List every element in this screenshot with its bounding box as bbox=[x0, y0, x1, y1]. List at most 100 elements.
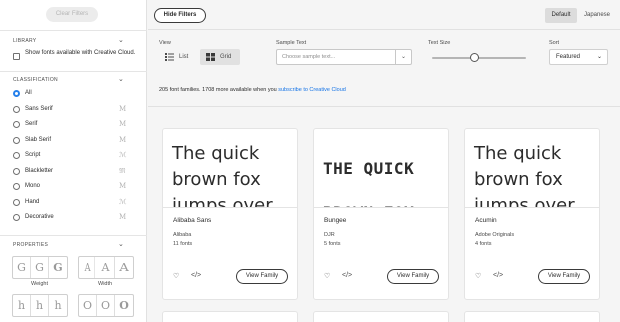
view-list-button[interactable]: List bbox=[159, 49, 195, 65]
classification-serif[interactable]: Serif M bbox=[13, 120, 133, 130]
sort-label: Sort bbox=[549, 40, 560, 46]
radio-icon[interactable] bbox=[13, 106, 20, 113]
font-card[interactable]: The quick brown fox jumps over Alibaba S… bbox=[162, 128, 298, 300]
classification-sans-serif[interactable]: Sans Serif M bbox=[13, 105, 133, 115]
font-count: 4 fonts bbox=[475, 241, 492, 247]
radio-icon[interactable] bbox=[13, 183, 20, 190]
subscribe-link[interactable]: subscribe to Creative Cloud bbox=[278, 87, 346, 93]
radio-icon[interactable] bbox=[13, 121, 20, 128]
view-family-button[interactable]: View Family bbox=[236, 269, 288, 284]
language-default-toggle[interactable]: Default bbox=[545, 8, 577, 23]
classification-slab-serif[interactable]: Slab Serif M bbox=[13, 136, 133, 146]
font-card[interactable] bbox=[464, 311, 600, 322]
weight-filter: G G G bbox=[12, 256, 68, 279]
hand-glyph-icon: ℳ bbox=[119, 198, 127, 206]
view-family-button[interactable]: View Family bbox=[387, 269, 439, 284]
font-preview[interactable]: THE QUICK BROWN FOX bbox=[314, 129, 448, 208]
text-size-slider-thumb[interactable] bbox=[469, 53, 479, 62]
font-card[interactable] bbox=[162, 311, 298, 322]
contrast-filter: O O O bbox=[78, 294, 134, 317]
heart-icon[interactable]: ♡ bbox=[324, 272, 330, 280]
text-size-slider-track[interactable] bbox=[432, 57, 526, 59]
top-bar: Hide Filters Default Japanese bbox=[148, 0, 620, 30]
code-icon[interactable]: </> bbox=[493, 272, 503, 279]
classification-script[interactable]: Script ℳ bbox=[13, 151, 133, 161]
classification-label: Mono bbox=[25, 183, 41, 189]
font-preview-text: The quick brown fox jumps over the bbox=[474, 143, 575, 208]
text-size-label: Text Size bbox=[428, 40, 451, 46]
font-foundry[interactable]: Alibaba bbox=[173, 232, 191, 238]
contrast-mid-option[interactable]: O bbox=[97, 295, 115, 316]
font-preview-text: The quick brown fox jumps over bbox=[172, 143, 273, 208]
width-wide-option[interactable]: A bbox=[113, 257, 135, 278]
radio-selected-icon[interactable] bbox=[13, 90, 20, 97]
contrast-low-option[interactable]: O bbox=[79, 295, 97, 316]
properties-heading: PROPERTIES bbox=[13, 242, 49, 248]
classification-decorative[interactable]: Decorative M bbox=[13, 213, 133, 223]
classification-label: Decorative bbox=[25, 214, 54, 220]
weight-regular-option[interactable]: G bbox=[31, 257, 49, 278]
code-icon[interactable]: </> bbox=[342, 272, 352, 279]
grid-icon bbox=[206, 53, 215, 61]
chevron-down-icon[interactable]: ⌄ bbox=[118, 76, 124, 83]
chevron-down-icon: ⌄ bbox=[596, 54, 602, 60]
sample-text-placeholder: Choose sample text... bbox=[282, 54, 336, 60]
chevron-down-icon[interactable]: ⌄ bbox=[118, 37, 124, 44]
font-preview-text: THE QUICK BROWN FOX bbox=[323, 159, 415, 207]
width-narrow-option[interactable]: A bbox=[81, 257, 95, 278]
code-icon[interactable]: </> bbox=[191, 272, 201, 279]
classification-label: Serif bbox=[25, 121, 38, 127]
results-count-text: 205 font families. 1708 more available w… bbox=[159, 87, 279, 93]
radio-icon[interactable] bbox=[13, 199, 20, 206]
font-family-name[interactable]: Alibaba Sans bbox=[173, 217, 211, 224]
weight-light-option[interactable]: G bbox=[13, 257, 31, 278]
font-foundry[interactable]: DJR bbox=[324, 232, 335, 238]
font-family-name[interactable]: Acumin bbox=[475, 217, 497, 224]
classification-mono[interactable]: Mono M bbox=[13, 182, 133, 192]
heart-icon[interactable]: ♡ bbox=[173, 272, 179, 280]
font-preview[interactable]: The quick brown fox jumps over bbox=[163, 129, 297, 208]
chevron-down-icon[interactable]: ⌄ bbox=[118, 241, 124, 248]
hide-filters-button[interactable]: Hide Filters bbox=[154, 8, 206, 23]
classification-hand[interactable]: Hand ℳ bbox=[13, 198, 133, 208]
weight-label: Weight bbox=[31, 281, 49, 287]
font-count: 11 fonts bbox=[173, 241, 193, 247]
classification-heading: CLASSIFICATION bbox=[13, 77, 58, 83]
radio-icon[interactable] bbox=[13, 152, 20, 159]
font-card[interactable]: THE QUICK BROWN FOX Bungee DJR 5 fonts ♡… bbox=[313, 128, 449, 300]
language-japanese-toggle[interactable]: Japanese bbox=[581, 8, 613, 23]
view-grid-button[interactable]: Grid bbox=[200, 49, 240, 65]
font-family-name[interactable]: Bungee bbox=[324, 217, 346, 224]
creative-cloud-checkbox-label: Show fonts available with Creative Cloud… bbox=[25, 50, 136, 56]
chevron-down-icon[interactable]: ⌄ bbox=[395, 50, 411, 64]
script-glyph-icon: ℳ bbox=[119, 151, 127, 159]
sort-select[interactable]: Featured ⌄ bbox=[549, 49, 608, 65]
classification-blackletter[interactable]: Blackletter 𝔐 bbox=[13, 167, 133, 177]
x-height-low-option[interactable]: h bbox=[13, 295, 31, 316]
decorative-glyph-icon: M bbox=[119, 213, 127, 221]
blackletter-glyph-icon: 𝔐 bbox=[119, 167, 126, 175]
weight-bold-option[interactable]: G bbox=[49, 257, 67, 278]
font-foundry[interactable]: Adobe Originals bbox=[475, 232, 514, 238]
x-height-mid-option[interactable]: h bbox=[31, 295, 49, 316]
radio-icon[interactable] bbox=[13, 168, 20, 175]
x-height-filter: h h h bbox=[12, 294, 68, 317]
view-grid-label: Grid bbox=[220, 54, 232, 60]
radio-icon[interactable] bbox=[13, 137, 20, 144]
classification-all[interactable]: All bbox=[13, 89, 133, 99]
creative-cloud-checkbox[interactable] bbox=[13, 53, 20, 60]
clear-filters-button[interactable]: Clear Filters bbox=[46, 7, 98, 22]
width-filter: A A A bbox=[78, 256, 134, 279]
contrast-high-option[interactable]: O bbox=[115, 295, 133, 316]
font-card[interactable]: The quick brown fox jumps over the Acumi… bbox=[464, 128, 600, 300]
classification-label: Hand bbox=[25, 199, 40, 205]
radio-icon[interactable] bbox=[13, 214, 20, 221]
font-card[interactable] bbox=[313, 311, 449, 322]
heart-icon[interactable]: ♡ bbox=[475, 272, 481, 280]
font-preview[interactable]: The quick brown fox jumps over the bbox=[465, 129, 599, 208]
divider bbox=[148, 106, 620, 107]
view-family-button[interactable]: View Family bbox=[538, 269, 590, 284]
sample-text-select[interactable]: Choose sample text... ⌄ bbox=[276, 49, 412, 65]
classification-label: Sans Serif bbox=[25, 106, 53, 112]
x-height-high-option[interactable]: h bbox=[49, 295, 67, 316]
